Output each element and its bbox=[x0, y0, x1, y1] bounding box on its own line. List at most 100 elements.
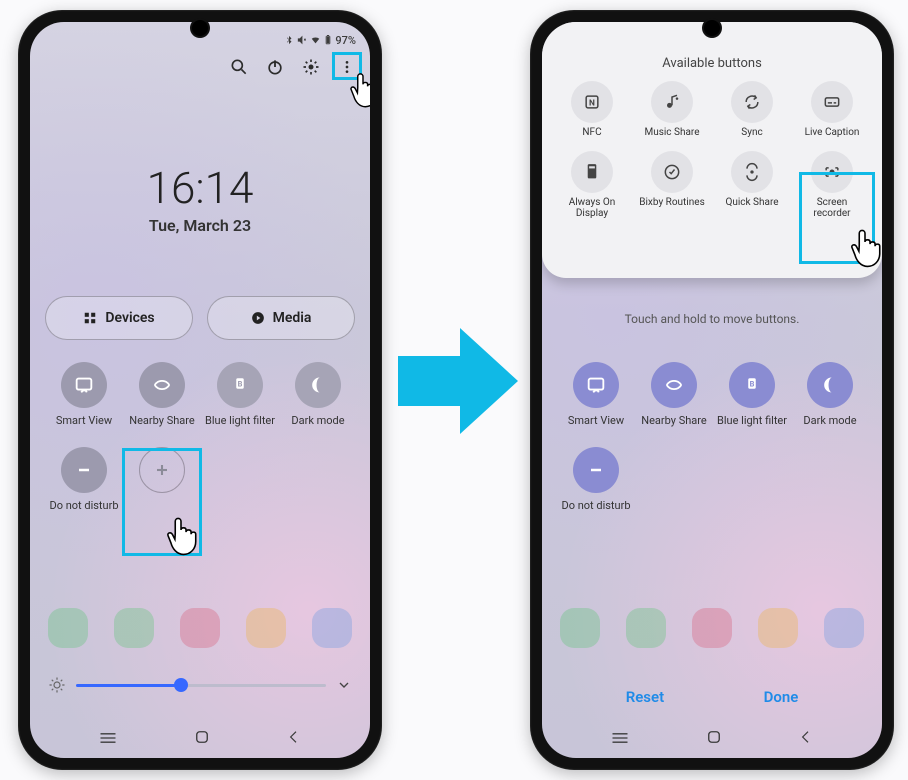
avail-screen-recorder[interactable]: Screen recorder bbox=[792, 151, 872, 220]
nearby-share-icon bbox=[651, 362, 697, 408]
sheet-label: Sync bbox=[718, 127, 786, 139]
live-caption-icon bbox=[811, 81, 853, 123]
dark-mode-icon bbox=[807, 362, 853, 408]
plus-icon bbox=[139, 447, 185, 493]
dnd-icon bbox=[573, 447, 619, 493]
app-icon bbox=[114, 608, 154, 648]
blue-light-icon: B bbox=[217, 362, 263, 408]
brightness-track[interactable] bbox=[76, 684, 326, 687]
sheet-label: Quick Share bbox=[718, 197, 786, 209]
app-icon bbox=[312, 608, 352, 648]
phone-before: 97% 16:14 bbox=[18, 10, 382, 770]
edit-hint: Touch and hold to move buttons. bbox=[542, 312, 882, 326]
avail-sync[interactable]: Sync bbox=[712, 81, 792, 139]
avail-quick-share[interactable]: Quick Share bbox=[712, 151, 792, 220]
transition-arrow bbox=[398, 316, 522, 450]
avail-live-caption[interactable]: Live Caption bbox=[792, 81, 872, 139]
tile-blue-light-filter[interactable]: B Blue light filter bbox=[204, 362, 276, 427]
reset-button[interactable]: Reset bbox=[626, 688, 664, 706]
nav-back-icon[interactable] bbox=[798, 729, 814, 749]
nav-recents-icon[interactable] bbox=[610, 730, 630, 749]
mute-icon bbox=[297, 35, 307, 45]
tile-dark-mode[interactable]: Dark mode bbox=[282, 362, 354, 427]
svg-text:B: B bbox=[750, 380, 755, 389]
chevron-down-icon[interactable] bbox=[336, 677, 352, 693]
nav-home-icon[interactable] bbox=[705, 728, 723, 750]
avail-always-on-display[interactable]: Always On Display bbox=[552, 151, 632, 220]
avail-nfc[interactable]: N NFC bbox=[552, 81, 632, 139]
tile-smart-view[interactable]: Smart View bbox=[48, 362, 120, 427]
clock: 16:14 Tue, March 23 bbox=[30, 162, 370, 235]
available-buttons-sheet: Available buttons N NFC Music Share Sync bbox=[542, 22, 882, 278]
sheet-label: Music Share bbox=[638, 127, 706, 139]
bluetooth-icon bbox=[284, 35, 294, 45]
sheet-label: NFC bbox=[558, 127, 626, 139]
avail-music-share[interactable]: Music Share bbox=[632, 81, 712, 139]
home-dock bbox=[542, 608, 882, 648]
brightness-thumb[interactable] bbox=[174, 678, 188, 692]
avail-bixby-routines[interactable]: Bixby Routines bbox=[632, 151, 712, 220]
smart-view-icon bbox=[61, 362, 107, 408]
tile-do-not-disturb[interactable]: Do not disturb bbox=[48, 447, 120, 512]
tile-blue-light-filter[interactable]: B Blue light filter bbox=[716, 362, 788, 427]
clock-time: 16:14 bbox=[30, 162, 370, 214]
svg-text:N: N bbox=[589, 98, 595, 108]
status-bar: 97% bbox=[284, 30, 356, 50]
devices-icon bbox=[83, 311, 97, 325]
sheet-label: Live Caption bbox=[798, 127, 866, 139]
tile-label: Dark mode bbox=[282, 414, 354, 427]
settings-gear-icon[interactable] bbox=[300, 56, 322, 78]
app-icon bbox=[758, 608, 798, 648]
bixby-icon bbox=[651, 151, 693, 193]
app-icon bbox=[246, 608, 286, 648]
nav-bar bbox=[542, 728, 882, 750]
nav-home-icon[interactable] bbox=[193, 728, 211, 750]
tile-nearby-share[interactable]: Nearby Share bbox=[126, 362, 198, 427]
cursor-hand-icon bbox=[158, 512, 204, 562]
sun-icon bbox=[48, 676, 66, 694]
app-icon bbox=[692, 608, 732, 648]
tile-label: Dark mode bbox=[794, 414, 866, 427]
sync-icon bbox=[731, 81, 773, 123]
media-icon bbox=[251, 311, 265, 325]
music-share-icon bbox=[651, 81, 693, 123]
search-icon[interactable] bbox=[228, 56, 250, 78]
brightness-slider[interactable] bbox=[48, 676, 352, 694]
power-icon[interactable] bbox=[264, 56, 286, 78]
tile-label: Smart View bbox=[48, 414, 120, 427]
nav-recents-icon[interactable] bbox=[98, 730, 118, 749]
media-label: Media bbox=[273, 310, 312, 326]
tile-label: Blue light filter bbox=[204, 414, 276, 427]
tile-do-not-disturb[interactable]: Do not disturb bbox=[560, 447, 632, 512]
app-icon bbox=[48, 608, 88, 648]
nearby-share-icon bbox=[139, 362, 185, 408]
tile-smart-view[interactable]: Smart View bbox=[560, 362, 632, 427]
phone-after: Available buttons N NFC Music Share Sync bbox=[530, 10, 894, 770]
front-camera-icon bbox=[192, 20, 208, 36]
tile-label: Nearby Share bbox=[638, 414, 710, 427]
tile-label: Do not disturb bbox=[48, 499, 120, 512]
blue-light-icon: B bbox=[729, 362, 775, 408]
tile-label: Nearby Share bbox=[126, 414, 198, 427]
svg-text:B: B bbox=[238, 380, 243, 389]
tile-dark-mode[interactable]: Dark mode bbox=[794, 362, 866, 427]
dark-mode-icon bbox=[295, 362, 341, 408]
quick-panel-toolbar bbox=[228, 56, 358, 78]
tile-nearby-share[interactable]: Nearby Share bbox=[638, 362, 710, 427]
nav-back-icon[interactable] bbox=[286, 729, 302, 749]
devices-button[interactable]: Devices bbox=[45, 296, 193, 340]
home-dock bbox=[30, 608, 370, 648]
done-button[interactable]: Done bbox=[764, 688, 799, 706]
devices-label: Devices bbox=[105, 310, 154, 326]
app-icon bbox=[824, 608, 864, 648]
clock-date: Tue, March 23 bbox=[30, 216, 370, 235]
tile-add-placeholder[interactable] bbox=[126, 447, 198, 512]
front-camera-icon bbox=[704, 20, 720, 36]
battery-percent: 97% bbox=[335, 34, 356, 47]
dnd-icon bbox=[61, 447, 107, 493]
more-options-icon[interactable] bbox=[336, 56, 358, 78]
tile-label: Blue light filter bbox=[716, 414, 788, 427]
smart-view-icon bbox=[573, 362, 619, 408]
media-button[interactable]: Media bbox=[207, 296, 355, 340]
app-icon bbox=[180, 608, 220, 648]
